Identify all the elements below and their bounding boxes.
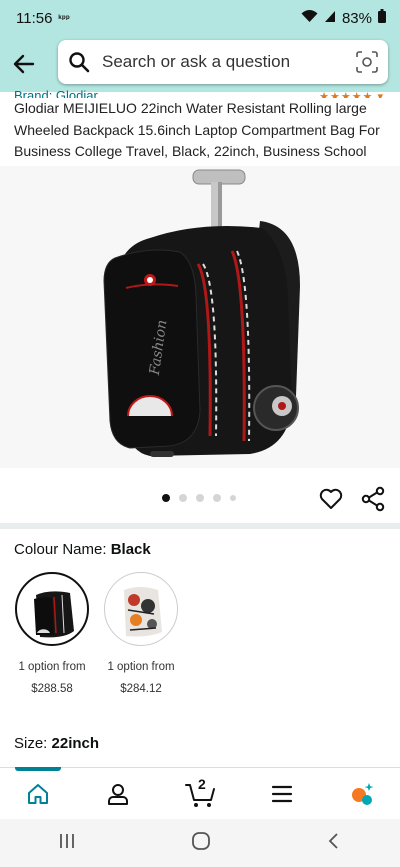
back-system-button[interactable] (326, 832, 342, 855)
pagination-dot[interactable] (230, 495, 236, 501)
option-price: $288.58 (31, 683, 73, 695)
recent-apps-button[interactable] (58, 832, 76, 855)
search-placeholder: Search or ask a question (102, 52, 291, 71)
size-label: Size: 22inch (14, 735, 99, 752)
menu-icon (271, 785, 293, 803)
battery-icon (378, 9, 386, 27)
backpack-image: Fashion (103, 169, 300, 457)
colour-swatch-black[interactable] (15, 572, 89, 646)
wifi-icon (301, 9, 318, 27)
image-pagination[interactable] (162, 494, 236, 502)
search-input[interactable]: Search or ask a question (58, 40, 388, 84)
rating-stars[interactable]: ★★★★★ ▾ (319, 90, 384, 98)
pagination-dot[interactable] (179, 494, 187, 502)
size-label-text: Size: (14, 735, 48, 752)
nav-cart[interactable]: 2 (180, 776, 222, 812)
option-price: $284.12 (120, 683, 162, 695)
share-button[interactable] (360, 486, 386, 512)
brand-link[interactable]: Brand: Glodiar (14, 88, 98, 98)
colour-label-text: Colour Name: (14, 541, 107, 558)
cart-count-badge: 2 (198, 776, 206, 792)
heart-icon (319, 488, 343, 509)
pagination-dot[interactable] (196, 494, 204, 502)
home-icon (28, 784, 48, 804)
status-left: 11:56 ᵏᵖᵖ (16, 10, 70, 27)
option-text: 1 option from (18, 661, 86, 673)
bottom-nav: 2 (0, 767, 400, 819)
home-circle-icon (192, 831, 210, 850)
size-selected-value: 22inch (51, 735, 100, 752)
colour-name-label: Colour Name: Black (14, 541, 151, 558)
wishlist-button[interactable] (318, 486, 344, 512)
back-arrow-icon (13, 54, 35, 74)
back-button[interactable] (0, 40, 48, 88)
home-button[interactable] (191, 831, 211, 856)
swatch-image-graffiti (108, 576, 174, 642)
colour-selected-value: Black (110, 541, 151, 558)
battery-percent: 83% (341, 9, 372, 27)
swatch-image-black (20, 577, 84, 641)
status-time: 11:56 (16, 9, 53, 27)
nav-account[interactable] (98, 776, 138, 812)
system-navigation-bar (0, 819, 400, 867)
account-icon (108, 784, 128, 805)
pagination-dot-active[interactable] (162, 494, 170, 502)
nav-rufus[interactable] (342, 776, 382, 812)
option-text: 1 option from (107, 661, 175, 673)
carrier-icon: ᵏᵖᵖ (58, 13, 71, 23)
recent-apps-icon (59, 833, 74, 848)
pagination-dot[interactable] (213, 494, 221, 502)
product-image[interactable]: Fashion (0, 166, 400, 468)
chevron-left-icon (329, 832, 338, 849)
search-header: Search or ask a question (0, 36, 400, 92)
signal-icon (324, 10, 336, 27)
rufus-icon (352, 783, 374, 805)
nav-home[interactable] (18, 776, 58, 812)
status-bar: 11:56 ᵏᵖᵖ 83% (0, 0, 400, 36)
product-title: Glodiar MEIJIELUO 22inch Water Resistant… (14, 100, 380, 159)
share-icon (361, 486, 385, 512)
active-tab-indicator (15, 767, 61, 771)
section-divider (0, 523, 400, 529)
camera-lens-icon[interactable] (356, 51, 378, 73)
status-right: 83% (301, 9, 386, 27)
colour-swatch-graffiti[interactable] (104, 572, 178, 646)
nav-menu[interactable] (262, 776, 302, 812)
search-icon (69, 52, 90, 73)
